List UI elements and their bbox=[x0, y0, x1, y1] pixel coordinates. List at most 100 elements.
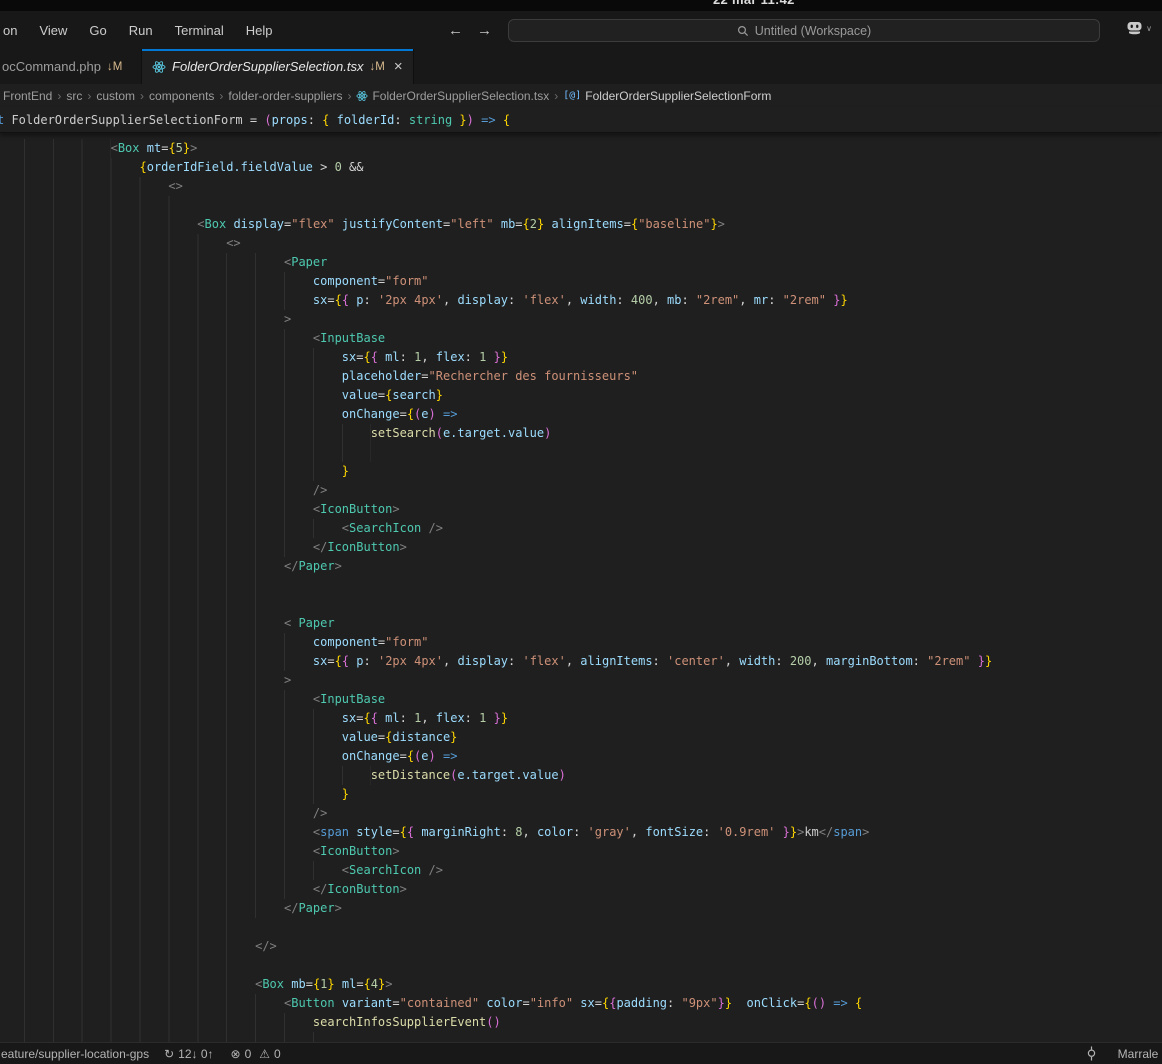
account-item[interactable]: Marrale F bbox=[1086, 1046, 1162, 1061]
code-line: setDistance(e.target.value) bbox=[0, 766, 1162, 785]
code-line: /> bbox=[0, 804, 1162, 823]
code-line: <SearchIcon /> bbox=[0, 861, 1162, 880]
code-line: } bbox=[0, 462, 1162, 481]
menu-help[interactable]: Help bbox=[235, 19, 284, 42]
react-file-icon bbox=[356, 90, 368, 102]
sync-counts: 12↓ 0↑ bbox=[178, 1047, 213, 1061]
breadcrumb-frontend[interactable]: FrontEnd bbox=[3, 89, 52, 103]
breadcrumb: FrontEnd › src › custom › components › f… bbox=[0, 84, 1162, 107]
breadcrumb-src[interactable]: src bbox=[66, 89, 82, 103]
code-line: sx={{ ml: 1, flex: 1 }} bbox=[0, 709, 1162, 728]
breadcrumb-folder-order-suppliers[interactable]: folder-order-suppliers bbox=[228, 89, 342, 103]
broadcast-icon bbox=[1086, 1046, 1113, 1061]
tab-bar: ocCommand.php ↓M FolderOrderSupplierSele… bbox=[0, 49, 1162, 84]
code-line: <Box mb={1} ml={4}> bbox=[0, 975, 1162, 994]
code-line bbox=[0, 576, 1162, 595]
system-clock: 22 mar 11:42 bbox=[713, 0, 795, 7]
sync-icon: ↻ bbox=[164, 1047, 174, 1061]
code-line: placeholder="Rechercher des fournisseurs… bbox=[0, 367, 1162, 386]
code-line: sx={{ p: '2px 4px', display: 'flex', wid… bbox=[0, 291, 1162, 310]
breadcrumb-separator: › bbox=[214, 89, 228, 103]
code-line: onChange={(e) => bbox=[0, 747, 1162, 766]
copilot-menu[interactable]: ∨ bbox=[1125, 20, 1152, 36]
command-center[interactable]: Untitled (Workspace) bbox=[508, 19, 1100, 42]
code-line: <IconButton> bbox=[0, 842, 1162, 861]
code-line bbox=[0, 956, 1162, 975]
code-line: <SearchIcon /> bbox=[0, 519, 1162, 538]
code-line: <Box mt={5}> bbox=[0, 139, 1162, 158]
code-line: > bbox=[0, 310, 1162, 329]
symbol-variable-icon: [@] bbox=[563, 90, 581, 101]
menu-go[interactable]: Go bbox=[78, 19, 117, 42]
tab-folderordersupplierselection-tsx[interactable]: FolderOrderSupplierSelection.tsx ↓M × bbox=[142, 49, 414, 84]
code-line: value={distance} bbox=[0, 728, 1162, 747]
code-line: </IconButton> bbox=[0, 538, 1162, 557]
back-icon[interactable]: ← bbox=[448, 22, 463, 39]
code-area[interactable]: <Box mt={5}> {orderIdField.fieldValue > … bbox=[0, 133, 1162, 1042]
breadcrumb-separator: › bbox=[82, 89, 96, 103]
code-line: } bbox=[0, 785, 1162, 804]
menu-view[interactable]: View bbox=[28, 19, 78, 42]
tab-modified-badge: ↓M bbox=[107, 61, 122, 73]
code-line bbox=[0, 1032, 1162, 1042]
code-line: <Button variant="contained" color="info"… bbox=[0, 994, 1162, 1013]
menu-selection[interactable]: on bbox=[0, 19, 28, 42]
breadcrumb-separator: › bbox=[135, 89, 149, 103]
code-line bbox=[0, 196, 1162, 215]
code-line: setSearch(e.target.value) bbox=[0, 424, 1162, 443]
sticky-scroll-line[interactable]: t FolderOrderSupplierSelectionForm = (pr… bbox=[0, 107, 1162, 133]
breadcrumb-components[interactable]: components bbox=[149, 89, 214, 103]
code-line: searchInfosSupplierEvent() bbox=[0, 1013, 1162, 1032]
close-icon[interactable]: × bbox=[394, 58, 403, 75]
code-line bbox=[0, 443, 1162, 462]
copilot-icon bbox=[1125, 20, 1144, 36]
code-line: /> bbox=[0, 481, 1162, 500]
code-line: onChange={(e) => bbox=[0, 405, 1162, 424]
sticky-code-line: t FolderOrderSupplierSelectionForm = (pr… bbox=[0, 111, 1162, 130]
code-line bbox=[0, 918, 1162, 937]
error-icon: ⊗ bbox=[231, 1047, 241, 1061]
code-line: component="form" bbox=[0, 633, 1162, 652]
code-line: <Paper bbox=[0, 253, 1162, 272]
tab-modified-badge: ↓M bbox=[369, 61, 384, 73]
user-label: Marrale F bbox=[1118, 1047, 1162, 1061]
code-line: <IconButton> bbox=[0, 500, 1162, 519]
code-line: </> bbox=[0, 937, 1162, 956]
git-branch-item[interactable]: eature/supplier-location-gps bbox=[1, 1047, 149, 1061]
os-top-bar: 22 mar 11:42 bbox=[0, 0, 1162, 11]
code-line: > bbox=[0, 671, 1162, 690]
breadcrumb-custom[interactable]: custom bbox=[96, 89, 135, 103]
code-line: <span style={{ marginRight: 8, color: 'g… bbox=[0, 823, 1162, 842]
breadcrumb-symbol[interactable]: FolderOrderSupplierSelectionForm bbox=[585, 89, 771, 103]
code-line: </Paper> bbox=[0, 557, 1162, 576]
status-bar: eature/supplier-location-gps ↻ 12↓ 0↑ ⊗ … bbox=[0, 1042, 1162, 1064]
menu-bar: on View Go Run Terminal Help bbox=[0, 11, 284, 49]
menu-terminal[interactable]: Terminal bbox=[164, 19, 235, 42]
code-line bbox=[0, 595, 1162, 614]
code-line: < Paper bbox=[0, 614, 1162, 633]
breadcrumb-file[interactable]: FolderOrderSupplierSelection.tsx bbox=[372, 89, 549, 103]
breadcrumb-separator: › bbox=[342, 89, 356, 103]
error-count: 0 bbox=[245, 1047, 252, 1061]
code-line: <InputBase bbox=[0, 329, 1162, 348]
tab-occommand-php[interactable]: ocCommand.php ↓M bbox=[0, 49, 142, 84]
menu-run[interactable]: Run bbox=[118, 19, 164, 42]
problems-item[interactable]: ⊗ 0 ⚠ 0 bbox=[231, 1047, 281, 1061]
chevron-down-icon: ∨ bbox=[1146, 24, 1152, 33]
breadcrumb-separator: › bbox=[549, 89, 563, 103]
warning-count: 0 bbox=[274, 1047, 281, 1061]
code-line: <> bbox=[0, 177, 1162, 196]
forward-icon[interactable]: → bbox=[477, 22, 492, 39]
code-line: <> bbox=[0, 234, 1162, 253]
branch-label: eature/supplier-location-gps bbox=[1, 1047, 149, 1061]
vscode-window: 22 mar 11:42 on View Go Run Terminal Hel… bbox=[0, 0, 1162, 1064]
warning-icon: ⚠ bbox=[259, 1047, 270, 1061]
search-icon bbox=[737, 25, 749, 37]
react-file-icon bbox=[152, 60, 166, 74]
title-bar: on View Go Run Terminal Help ← → Untitle… bbox=[0, 11, 1162, 49]
code-line: value={search} bbox=[0, 386, 1162, 405]
code-line: sx={{ p: '2px 4px', display: 'flex', ali… bbox=[0, 652, 1162, 671]
code-line: component="form" bbox=[0, 272, 1162, 291]
code-line: {orderIdField.fieldValue > 0 && bbox=[0, 158, 1162, 177]
git-sync-item[interactable]: ↻ 12↓ 0↑ bbox=[164, 1047, 213, 1061]
